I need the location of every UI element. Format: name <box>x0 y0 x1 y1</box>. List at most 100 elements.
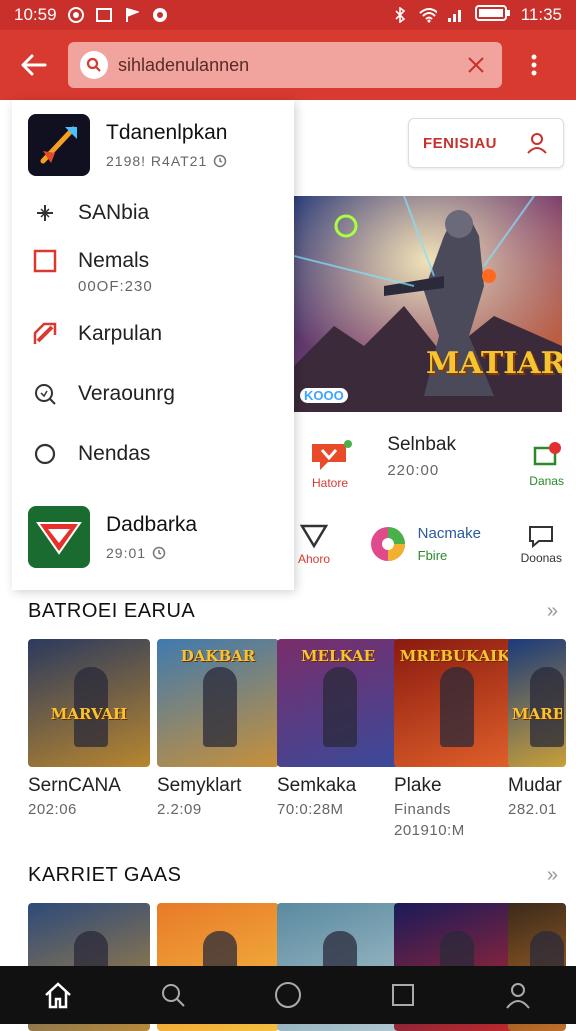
search-icon <box>80 51 108 79</box>
section-more-button[interactable]: » <box>547 864 558 887</box>
more-options-button[interactable] <box>502 30 566 100</box>
menu-label: SANbia <box>78 201 150 224</box>
clear-search-button[interactable] <box>462 51 490 79</box>
section-more-button[interactable]: » <box>547 600 558 623</box>
game-thumbnail: MARVAH <box>28 639 150 767</box>
news-sub: 220:00 <box>387 461 440 479</box>
menu-item-sanbia[interactable]: SANbia <box>12 196 294 230</box>
game-thumb-title: MREBUKAIK <box>399 647 511 665</box>
news-text[interactable]: Selnbak 220:00 <box>387 434 456 479</box>
wifi-icon <box>419 6 437 24</box>
account-label: FENISIAU <box>422 134 497 152</box>
status-bar: 10:59 11:35 <box>0 0 576 30</box>
news-title: Selnbak <box>387 433 456 455</box>
danas-button[interactable]: Danas <box>529 440 564 488</box>
section-title: BATROEI EARUA <box>28 600 196 622</box>
square-icon <box>28 244 62 278</box>
menu-label: Nendas <box>78 442 151 465</box>
game-figure <box>440 667 475 748</box>
game-thumbnail: MELKAE <box>277 639 399 767</box>
nacmake-item[interactable]: Nacmake Fbire <box>370 525 481 563</box>
nacmake-sub: Fbire <box>417 548 448 563</box>
game-thumb-title: DAKBAR <box>180 647 256 665</box>
game-thumbnail: MARB <box>508 639 566 767</box>
menu-item-karpulan[interactable]: Karpulan <box>12 317 294 351</box>
search-input[interactable] <box>118 54 462 76</box>
flag-icon <box>123 6 141 24</box>
game-figure <box>203 667 238 748</box>
account-button[interactable]: FENISIAU <box>408 118 564 168</box>
square-icon <box>392 984 415 1006</box>
person-icon <box>527 133 547 154</box>
hatore-button[interactable]: Hatore <box>306 438 354 490</box>
danas-label: Danas <box>529 474 564 488</box>
nav-search-button[interactable] <box>143 966 203 1024</box>
game-sub: 2.2:09 <box>157 801 202 818</box>
back-button[interactable] <box>0 30 68 100</box>
game-card[interactable]: MARVAH SernCANA 202:06 <box>28 639 150 818</box>
game-thumbnail: MREBUKAIK <box>394 639 516 767</box>
footer-subtitle-row: 29:01 <box>106 545 197 561</box>
section-header-1: BATROEI EARUA » <box>28 600 558 623</box>
section-header-2: KARRIET GAAS » <box>28 864 558 887</box>
edit-icon <box>28 317 62 351</box>
menu-item-nemals[interactable]: Nemals 00OF:230 <box>12 244 294 295</box>
nav-circle-button[interactable] <box>258 966 318 1024</box>
game-name: SernCANA <box>28 775 121 796</box>
game-card[interactable]: MARB Mudar 282.01 <box>508 639 566 818</box>
funnel-icon <box>299 524 329 549</box>
chat-icon <box>533 442 561 466</box>
chrome-icon <box>67 6 85 24</box>
hero-title: MATIARH <box>426 346 562 381</box>
nav-profile-button[interactable] <box>488 966 548 1024</box>
clock-icon <box>152 546 166 560</box>
menu-label: Veraounrg <box>78 382 175 405</box>
footer-title: Dadbarka <box>106 513 198 536</box>
close-icon <box>468 57 484 73</box>
clock-icon <box>214 154 227 168</box>
game-card[interactable]: MREBUKAIK Plake Finands 201910:M <box>394 639 516 839</box>
menu-item-nendas[interactable]: Nendas <box>12 437 294 471</box>
bottom-navigation <box>0 966 576 1024</box>
game-name: Semkaka <box>277 775 357 796</box>
footer-app-icon <box>28 506 90 568</box>
compass-icon <box>28 196 62 230</box>
doonas-label: Doonas <box>520 551 562 565</box>
doonas-button[interactable]: Doonas <box>521 523 562 565</box>
hero-banner[interactable]: MATIARH KOOO <box>294 196 562 412</box>
menu-item-veraounrg[interactable]: Veraounrg <box>12 377 294 411</box>
colorwheel-icon <box>370 527 405 561</box>
drawer-subtitle-row: 2198! R4AT21 <box>106 153 227 169</box>
person-icon <box>506 983 531 1009</box>
nacmake-title: Nacmake <box>417 525 481 542</box>
drawer-subtitle: 2198! R4AT21 <box>106 153 208 169</box>
game-sub: 202:06 <box>28 801 77 818</box>
more-vert-icon <box>531 54 537 76</box>
search-box[interactable] <box>68 42 502 88</box>
hero-tag: KOOO <box>300 388 348 403</box>
menu-label: Nemals <box>78 249 150 272</box>
game-sub: 70:0:28M <box>277 801 344 818</box>
hatore-label: Hatore <box>311 476 349 490</box>
navigation-drawer: Tdanenlpkan 2198! R4AT21 SANbia Nemals 0… <box>12 100 294 590</box>
arrow-logo-icon <box>40 126 77 164</box>
bluetooth-icon <box>391 6 409 24</box>
play-arrow-icon <box>36 522 82 555</box>
ahoro-button[interactable]: Ahoro <box>298 522 330 566</box>
menu-sub: 00OF:230 <box>78 278 153 295</box>
game-sub: 282.01 <box>508 801 557 818</box>
game-card[interactable]: MELKAE Semkaka 70:0:28M <box>277 639 399 818</box>
status-time-right: 11:35 <box>520 5 562 24</box>
arrow-left-icon <box>21 54 47 76</box>
app-icon-small <box>95 6 113 24</box>
nav-home-button[interactable] <box>28 966 88 1024</box>
status-time-left: 10:59 <box>14 5 57 24</box>
nav-square-button[interactable] <box>373 966 433 1024</box>
drawer-footer-app[interactable]: Dadbarka 29:01 <box>12 506 213 568</box>
drawer-title: Tdanenlpkan <box>106 121 228 144</box>
game-card[interactable]: DAKBAR Semyklart 2.2:09 <box>157 639 279 818</box>
signal-icon <box>447 6 465 24</box>
game-name: Mudar <box>508 775 562 796</box>
game-name: Plake <box>394 775 442 796</box>
drawer-header[interactable]: Tdanenlpkan 2198! R4AT21 <box>12 100 294 182</box>
